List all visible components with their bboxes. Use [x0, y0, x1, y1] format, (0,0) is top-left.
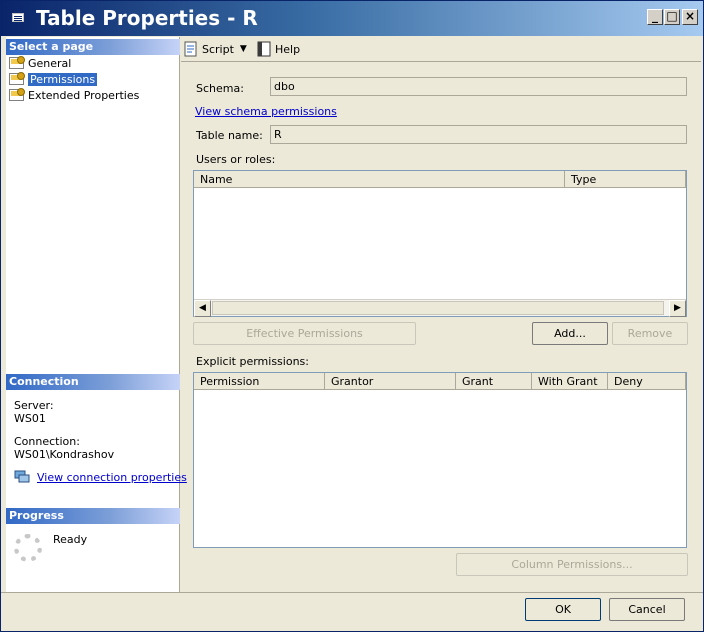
add-button[interactable]: Add... — [532, 322, 608, 345]
scroll-thumb[interactable] — [212, 301, 664, 315]
server-value: WS01 — [14, 412, 46, 425]
script-icon — [184, 41, 197, 57]
page-icon — [9, 72, 25, 85]
help-label: Help — [275, 42, 301, 56]
cancel-button[interactable]: Cancel — [609, 598, 685, 621]
explicit-permissions-grid[interactable]: Permission Grantor Grant With Grant Deny — [193, 372, 687, 548]
users-or-roles-label: Users or roles: — [196, 153, 276, 166]
page-item-label: Permissions — [28, 72, 98, 86]
table-properties-dialog: Table Properties - R _ □ × Select a page… — [0, 0, 704, 632]
permissions-page: Script ▼ Help Schema: dbo View schema pe… — [181, 37, 701, 592]
scroll-left-icon[interactable]: ◀ — [194, 300, 211, 317]
users-or-roles-list[interactable]: Name Type ◀ ▶ — [193, 170, 687, 317]
view-connection-properties-link[interactable]: View connection properties — [37, 471, 187, 484]
view-schema-permissions-link[interactable]: View schema permissions — [195, 105, 337, 118]
window-title: Table Properties - R — [36, 6, 258, 30]
progress-status: Ready — [53, 533, 88, 546]
page-item-label: Extended Properties — [28, 88, 140, 102]
page-item-extended-properties[interactable]: Extended Properties — [9, 88, 139, 102]
schema-field: dbo — [270, 77, 687, 96]
effective-permissions-button[interactable]: Effective Permissions — [193, 322, 416, 345]
server-label: Server: — [14, 399, 54, 412]
script-label: Script — [202, 42, 234, 56]
page-item-general[interactable]: General — [9, 56, 71, 70]
window-icon — [12, 13, 24, 22]
connection-label: Connection: — [14, 435, 80, 448]
page-icon — [9, 88, 25, 101]
page-item-permissions[interactable]: Permissions — [9, 72, 98, 86]
horizontal-scrollbar[interactable]: ◀ ▶ — [194, 299, 686, 317]
column-header-type[interactable]: Type — [565, 171, 686, 188]
dialog-footer: OK Cancel — [1, 592, 703, 632]
page-icon — [9, 56, 25, 69]
connection-value: WS01\Kondrashov — [14, 448, 115, 461]
help-button[interactable]: Help — [256, 41, 300, 57]
title-bar[interactable]: Table Properties - R _ □ × — [1, 1, 703, 36]
maximize-button[interactable]: □ — [664, 9, 680, 25]
select-page-header: Select a page — [6, 39, 180, 55]
schema-label: Schema: — [196, 82, 244, 95]
explicit-permissions-label: Explicit permissions: — [196, 355, 309, 368]
column-header-deny[interactable]: Deny — [608, 373, 686, 390]
remove-button[interactable]: Remove — [612, 322, 688, 345]
progress-spinner-icon — [14, 534, 42, 562]
help-icon — [257, 41, 271, 57]
column-header-grant[interactable]: Grant — [456, 373, 532, 390]
connection-header: Connection — [6, 374, 180, 390]
column-header-permission[interactable]: Permission — [194, 373, 325, 390]
toolbar-divider — [181, 61, 701, 62]
column-header-name[interactable]: Name — [194, 171, 565, 188]
ok-button[interactable]: OK — [525, 598, 601, 621]
table-name-label: Table name: — [196, 129, 263, 142]
close-button[interactable]: × — [682, 9, 698, 25]
progress-header: Progress — [6, 508, 180, 524]
column-permissions-button[interactable]: Column Permissions... — [456, 553, 688, 576]
scroll-right-icon[interactable]: ▶ — [669, 300, 686, 317]
chevron-down-icon[interactable]: ▼ — [240, 44, 247, 54]
page-item-label: General — [28, 56, 72, 70]
column-header-with-grant[interactable]: With Grant — [532, 373, 608, 390]
column-header-grantor[interactable]: Grantor — [325, 373, 456, 390]
connection-properties-icon — [14, 470, 30, 483]
script-button[interactable]: Script ▼ — [183, 41, 247, 57]
table-name-field: R — [270, 125, 687, 144]
left-panel: Select a page General Permissions Extend… — [6, 37, 187, 592]
minimize-button[interactable]: _ — [647, 9, 663, 25]
